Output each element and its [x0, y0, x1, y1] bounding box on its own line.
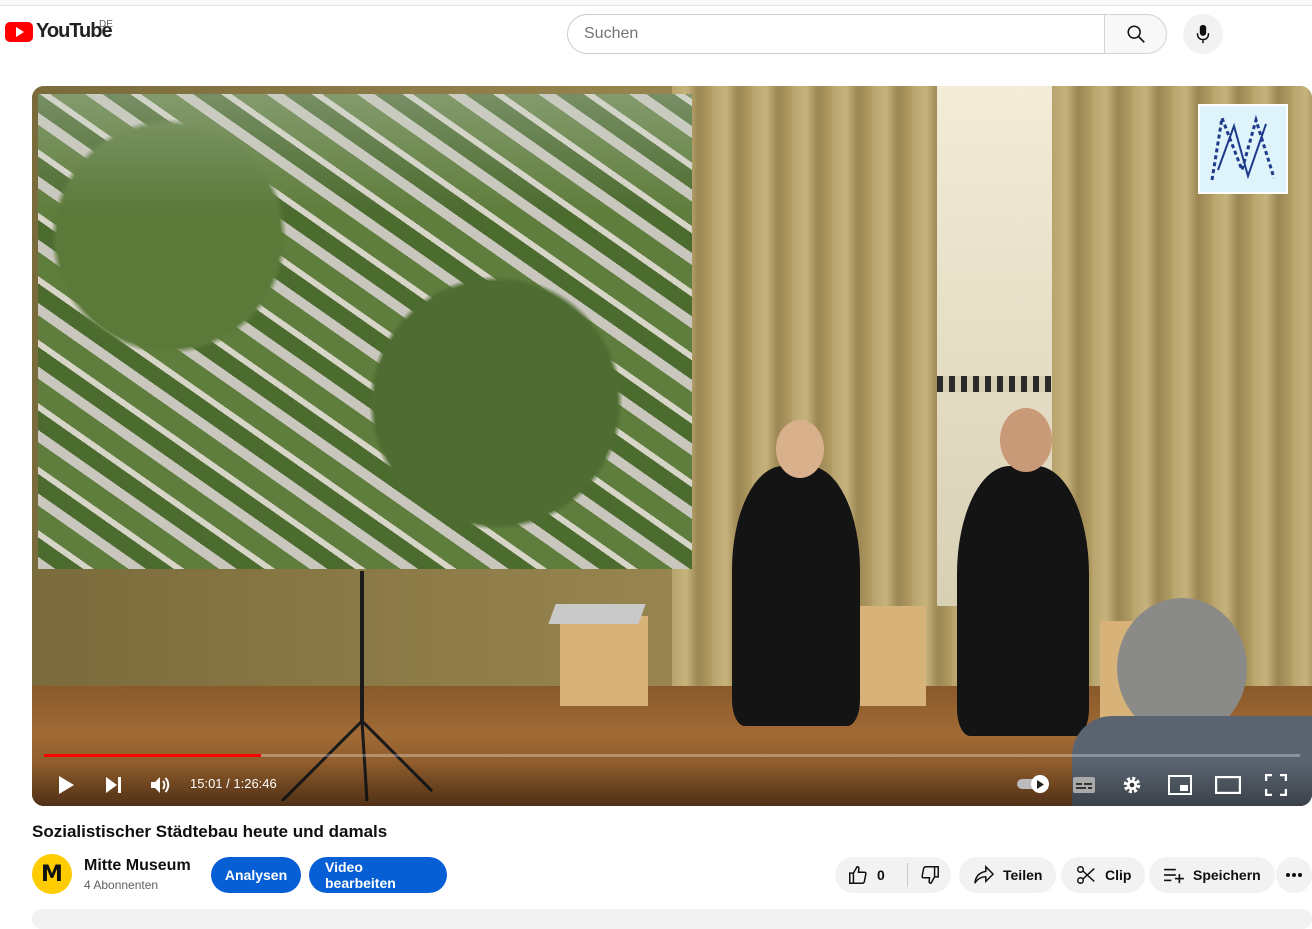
- channel-watermark[interactable]: [1198, 104, 1288, 194]
- mute-button[interactable]: [145, 769, 177, 801]
- fullscreen-icon: [1265, 774, 1287, 796]
- theater-icon: [1215, 776, 1241, 794]
- search-input[interactable]: [567, 14, 1104, 54]
- speaker-left-head: [776, 420, 824, 478]
- subscriber-count: 4 Abonnenten: [84, 877, 159, 892]
- clip-button[interactable]: Clip: [1061, 857, 1146, 893]
- miniplayer-button[interactable]: [1164, 769, 1196, 801]
- edit-video-button[interactable]: Video bearbeiten: [309, 857, 447, 893]
- settings-button[interactable]: [1116, 769, 1148, 801]
- voice-search-button[interactable]: [1183, 14, 1223, 54]
- microphone-icon: [1196, 24, 1210, 44]
- subtitles-icon: [1073, 777, 1095, 793]
- miniplayer-icon: [1168, 775, 1192, 795]
- search-icon: [1126, 25, 1145, 43]
- next-button[interactable]: [98, 769, 130, 801]
- save-button[interactable]: Speichern: [1149, 857, 1275, 893]
- video-player[interactable]: 15:01 / 1:26:46: [32, 86, 1312, 806]
- progress-bar[interactable]: [44, 754, 1300, 757]
- save-label: Speichern: [1193, 867, 1261, 883]
- time-display: 15:01 / 1:26:46: [190, 776, 277, 791]
- description-box[interactable]: [32, 909, 1312, 929]
- progress-played: [44, 754, 262, 757]
- fullscreen-button[interactable]: [1260, 769, 1292, 801]
- youtube-play-icon: [5, 21, 33, 42]
- play-icon: [59, 776, 74, 794]
- stool-middle: [858, 606, 926, 706]
- gear-icon: [1123, 776, 1141, 794]
- more-actions-button[interactable]: [1276, 857, 1312, 893]
- autoplay-play-icon: [1031, 775, 1049, 793]
- dislike-button[interactable]: [908, 857, 951, 893]
- speaker-left: [732, 466, 860, 726]
- analytics-button[interactable]: Analysen: [211, 857, 301, 893]
- subtitles-button[interactable]: [1068, 769, 1100, 801]
- more-horizontal-icon: [1286, 873, 1302, 877]
- scissors-icon: [1077, 866, 1095, 884]
- speaker-right-head: [1000, 408, 1052, 472]
- video-title: Sozialistischer Städtebau heute und dama…: [32, 822, 388, 841]
- museum-logo-icon: [1210, 112, 1276, 181]
- thumbs-up-icon: [849, 866, 867, 884]
- like-button[interactable]: 0: [835, 857, 907, 893]
- channel-name[interactable]: Mitte Museum: [84, 857, 191, 875]
- stool-left: [560, 616, 648, 706]
- laptop: [548, 604, 646, 624]
- search-bar: [567, 14, 1167, 54]
- clip-label: Clip: [1105, 867, 1132, 883]
- thumbs-down-icon: [920, 866, 939, 884]
- search-button[interactable]: [1104, 14, 1167, 54]
- country-code: DE: [99, 19, 113, 30]
- player-controls: 15:01 / 1:26:46: [32, 762, 1312, 806]
- like-dislike-group: 0: [835, 857, 951, 893]
- channel-avatar[interactable]: M: [32, 854, 72, 894]
- autoplay-toggle[interactable]: [1017, 775, 1051, 793]
- theater-mode-button[interactable]: [1212, 769, 1244, 801]
- youtube-logo[interactable]: YouTube: [5, 20, 113, 43]
- share-icon: [974, 865, 995, 884]
- skip-next-icon: [106, 777, 121, 793]
- share-button[interactable]: Teilen: [959, 857, 1057, 893]
- speaker-right: [957, 466, 1089, 736]
- play-button[interactable]: [50, 769, 82, 801]
- wall-stripe: [937, 376, 1052, 392]
- channel-owner: M Mitte Museum 4 Abonnenten: [32, 854, 191, 894]
- projected-aerial-photo: [38, 94, 692, 569]
- masthead: YouTube DE: [0, 6, 1312, 62]
- share-label: Teilen: [1003, 867, 1043, 883]
- like-count: 0: [877, 867, 885, 883]
- volume-icon: [151, 777, 170, 793]
- playlist-add-icon: [1164, 868, 1184, 884]
